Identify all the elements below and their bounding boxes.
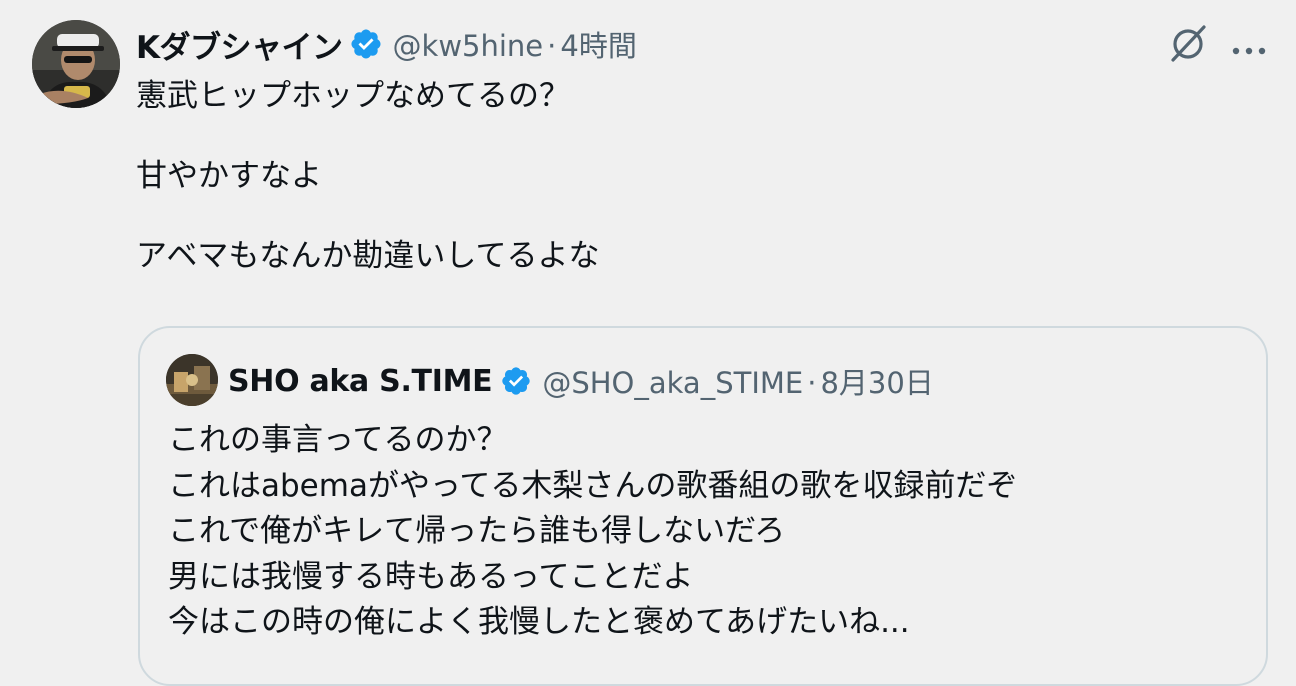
author-avatar[interactable] bbox=[32, 20, 120, 108]
quoted-author-display-name[interactable]: SHO aka S.TIME bbox=[228, 364, 493, 399]
tweet-text: 憲武ヒップホップなめてるの？ 甘やかすなよ アベマもなんか勘違いしてるよな bbox=[136, 78, 600, 274]
quoted-avatar-image bbox=[166, 354, 218, 406]
verified-badge-icon[interactable] bbox=[349, 27, 383, 61]
more-options-icon[interactable] bbox=[1232, 40, 1266, 55]
quoted-author-handle[interactable]: @SHO_aka_STIME bbox=[542, 366, 803, 400]
quoted-tweet-header: SHO aka S.TIME @SHO_aka_STIME · 8月30日 bbox=[228, 356, 934, 406]
quoted-author-avatar[interactable] bbox=[166, 354, 218, 406]
tweet-header: Kダブシャイン @kw5hine · 4時間 bbox=[136, 20, 637, 68]
quoted-verified-badge-icon[interactable] bbox=[500, 365, 532, 397]
quoted-meta-separator: · bbox=[807, 366, 817, 400]
avatar-image bbox=[32, 20, 120, 108]
quoted-tweet-text: これの事言ってるのか？ これはabemaがやってる木梨さんの歌番組の歌を収録前だ… bbox=[168, 422, 1018, 640]
tweet-meta: @kw5hine · 4時間 bbox=[393, 23, 637, 65]
quoted-tweet[interactable]: SHO aka S.TIME @SHO_aka_STIME · 8月30日 これの事… bbox=[138, 326, 1268, 686]
author-display-name[interactable]: Kダブシャイン bbox=[136, 22, 343, 67]
tweet-timestamp[interactable]: 4時間 bbox=[560, 29, 636, 63]
quoted-tweet-timestamp[interactable]: 8月30日 bbox=[820, 366, 933, 400]
tweet[interactable]: Kダブシャイン @kw5hine · 4時間 憲武ヒップホップなめてるの？ 甘やかす… bbox=[0, 0, 1296, 686]
meta-separator: · bbox=[547, 29, 557, 63]
author-handle[interactable]: @kw5hine bbox=[393, 29, 544, 63]
grok-icon[interactable] bbox=[1168, 22, 1210, 64]
quoted-tweet-meta: @SHO_aka_STIME · 8月30日 bbox=[542, 360, 933, 402]
